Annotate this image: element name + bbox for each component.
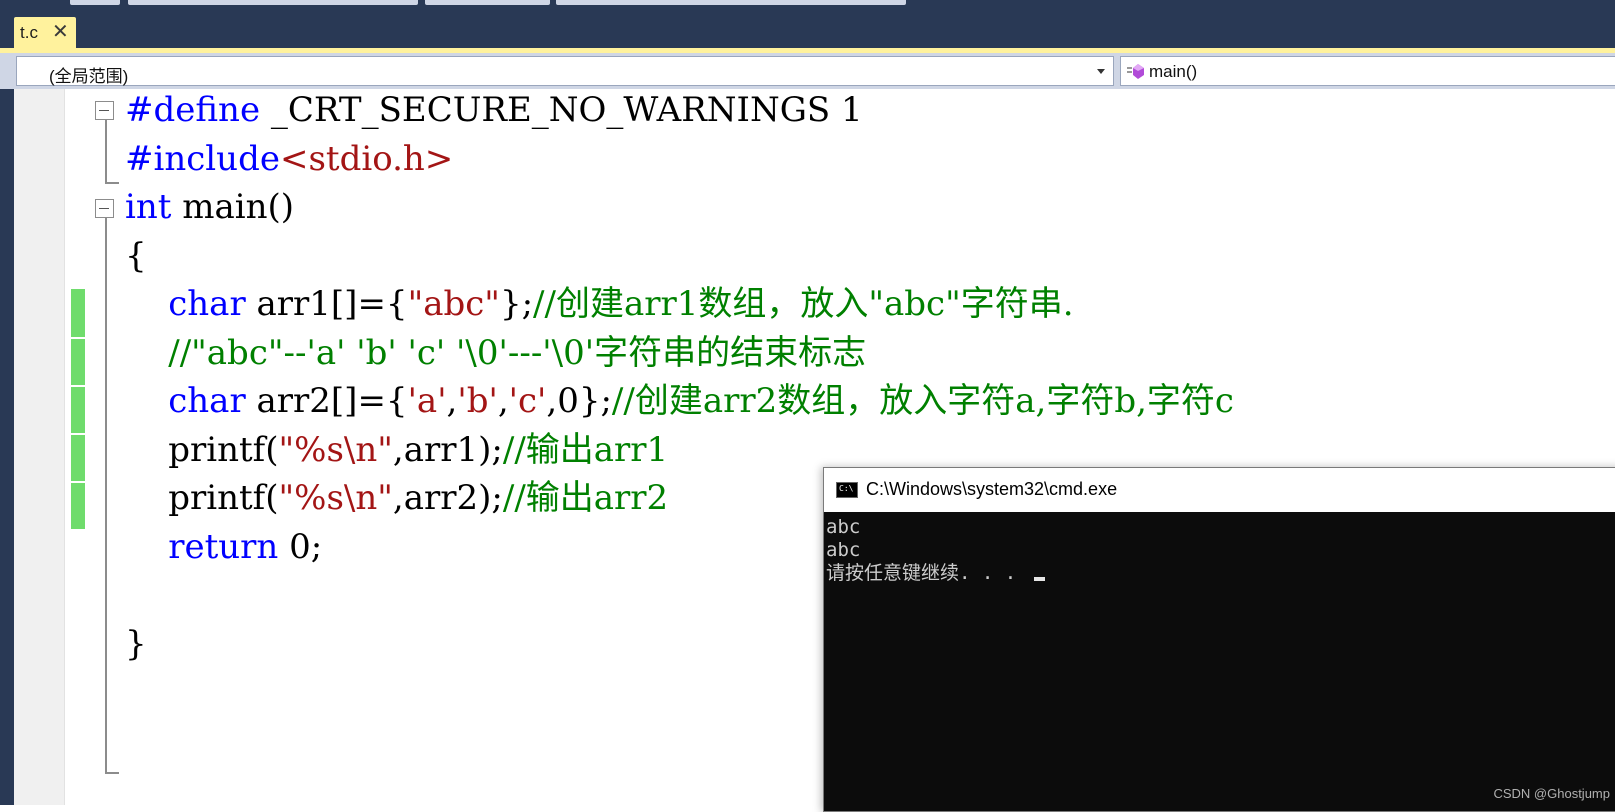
code-line[interactable]: printf("%s\n",arr1);//输出arr1	[125, 426, 668, 475]
editor-left-frame	[0, 89, 14, 805]
code-token: char	[168, 284, 246, 324]
code-line[interactable]: }	[125, 620, 147, 669]
code-token: {	[125, 235, 147, 276]
code-token: 0;	[278, 526, 323, 567]
code-token: printf(	[125, 478, 279, 518]
change-marker	[71, 435, 85, 481]
change-marker	[71, 387, 85, 433]
code-token: <stdio.h>	[279, 138, 454, 179]
code-token: main()	[171, 187, 295, 227]
console-window[interactable]: C:\ C:\Windows\system32\cmd.exe abc abc …	[823, 467, 1615, 812]
console-line: abc	[826, 516, 861, 538]
console-title: C:\Windows\system32\cmd.exe	[866, 479, 1118, 499]
outline-line	[105, 182, 119, 184]
code-token: arr1[]={	[245, 284, 408, 324]
code-line[interactable]: #include<stdio.h>	[125, 135, 453, 184]
code-line[interactable]: #define _CRT_SECURE_NO_WARNINGS 1	[125, 86, 863, 135]
code-line[interactable]: //"abc"--'a' 'b' 'c' '\0'---'\0'字符串的结束标志	[125, 329, 866, 378]
change-marker	[71, 339, 85, 385]
line-margin	[14, 89, 65, 805]
code-token: 'c'	[508, 381, 547, 421]
window-top-strip	[0, 0, 1615, 10]
code-token: //输出arr2	[502, 478, 669, 518]
code-line[interactable]: printf("%s\n",arr2);//输出arr2	[125, 474, 668, 523]
console-prompt: 请按任意键继续. . .	[826, 562, 1028, 584]
code-token: "%s\n"	[278, 429, 393, 470]
code-token: char	[168, 381, 246, 421]
code-token: ,	[497, 381, 509, 421]
code-token: arr2[]={	[245, 381, 408, 421]
toolbar-segment	[128, 0, 418, 5]
outline-line	[105, 120, 107, 184]
code-token: ,arr2);	[392, 478, 503, 518]
code-line[interactable]: {	[125, 232, 147, 281]
watermark: CSDN @Ghostjump	[1493, 786, 1610, 801]
close-icon[interactable]: ✕	[52, 22, 69, 42]
code-token: 'b'	[457, 381, 498, 421]
console-line: 请按任意键继续. . .	[826, 562, 1045, 585]
code-token: return	[168, 526, 279, 567]
code-token: }	[125, 623, 147, 664]
code-token: int	[125, 187, 172, 227]
toolbar-segment	[556, 0, 906, 5]
code-token: _CRT_SECURE_NO_WARNINGS 1	[260, 90, 863, 130]
code-token: };	[499, 284, 534, 324]
console-title-bar[interactable]: C:\ C:\Windows\system32\cmd.exe	[824, 468, 1615, 512]
text-cursor	[1033, 577, 1045, 581]
code-token: //"abc"--'a' 'b' 'c' '\0'---'\0'字符串的结束标志	[168, 332, 867, 373]
console-line: abc	[826, 539, 861, 561]
code-line[interactable]: char arr1[]={"abc"};//创建arr1数组，放入"abc"字符…	[125, 280, 1074, 329]
code-token: //创建arr2数组，放入字符a,字符b,字符c	[611, 381, 1234, 421]
code-line[interactable]: return 0;	[125, 523, 322, 572]
method-icon	[1127, 64, 1144, 79]
collapse-icon[interactable]	[95, 199, 114, 218]
code-token: "abc"	[407, 284, 500, 324]
outline-line	[105, 218, 107, 774]
scope-dropdown[interactable]: (全局范围)	[16, 56, 1114, 86]
change-marker	[71, 289, 85, 337]
code-token: ,0};	[546, 381, 612, 421]
chevron-down-icon[interactable]	[1097, 69, 1105, 74]
code-token: printf(	[125, 429, 279, 470]
code-token: ,	[446, 381, 458, 421]
outline-line	[105, 772, 119, 774]
console-icon: C:\	[836, 482, 858, 498]
navigation-bar: (全局范围) main()	[0, 53, 1615, 89]
change-marker	[71, 483, 85, 529]
function-dropdown[interactable]: main()	[1120, 56, 1615, 86]
console-output: abc abc 请按任意键继续. . .	[826, 516, 1045, 585]
collapse-icon[interactable]	[95, 101, 114, 120]
scope-label: (全局范围)	[49, 67, 129, 86]
code-token: #define	[125, 90, 261, 130]
toolbar-segment	[70, 0, 120, 5]
function-label: main()	[1149, 62, 1198, 81]
tab-t-c[interactable]: t.c ✕	[14, 17, 76, 50]
code-line[interactable]: int main()	[125, 183, 294, 232]
tab-label: t.c	[20, 23, 38, 42]
code-token: //创建arr1数组，放入"abc"字符串.	[533, 284, 1074, 324]
toolbar-segment	[425, 0, 550, 5]
code-token: #include	[125, 138, 280, 179]
code-token: "%s\n"	[278, 478, 393, 518]
code-token: //输出arr1	[502, 429, 669, 470]
code-line[interactable]: char arr2[]={'a','b','c',0};//创建arr2数组，放…	[125, 377, 1234, 426]
code-token: 'a'	[407, 381, 447, 421]
document-tab-bar: t.c ✕	[0, 10, 1615, 50]
code-token: ,arr1);	[392, 429, 503, 470]
